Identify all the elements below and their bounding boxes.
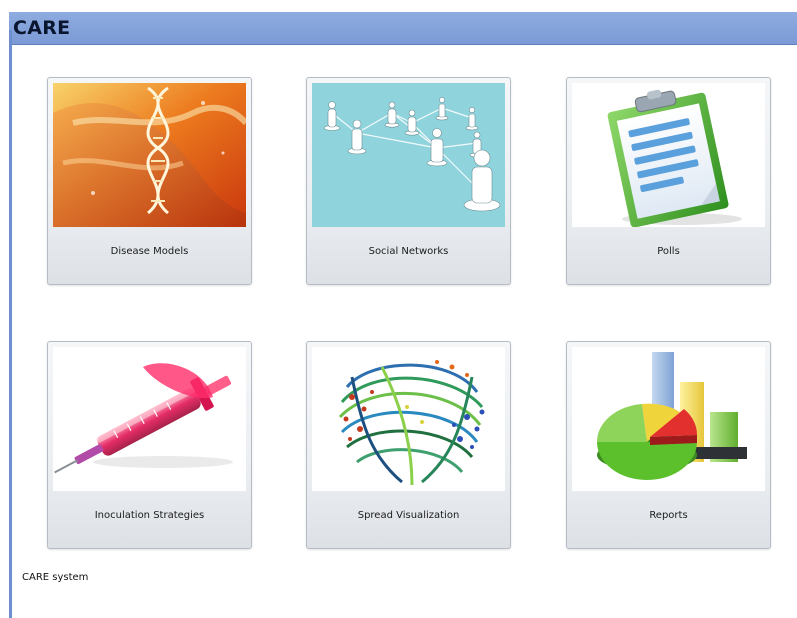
social-network-icon: [312, 83, 505, 227]
syringe-icon: [53, 347, 246, 491]
tile-label: Social Networks: [368, 246, 449, 257]
tile-label: Polls: [657, 246, 680, 257]
tile-label: Spread Visualization: [357, 510, 460, 521]
title-bar: CARE: [9, 12, 797, 45]
tile-label: Reports: [649, 510, 688, 521]
tile-spread-visualization[interactable]: Spread Visualization: [306, 341, 511, 549]
status-text: CARE system: [22, 572, 89, 583]
clipboard-icon: [572, 83, 765, 227]
care-window: CARE Disease Models Social Networks Poll…: [0, 0, 797, 618]
spread-visualization-icon: [312, 347, 505, 491]
charts-icon: [572, 347, 765, 491]
tile-inoculation-strategies[interactable]: Inoculation Strategies: [47, 341, 252, 549]
tile-reports[interactable]: Reports: [566, 341, 771, 549]
window-left-border: [9, 30, 12, 618]
app-title: CARE: [13, 17, 71, 39]
tile-label: Inoculation Strategies: [94, 510, 205, 521]
tile-label: Disease Models: [110, 246, 189, 257]
dna-hand-icon: [53, 83, 246, 227]
tile-polls[interactable]: Polls: [566, 77, 771, 285]
tile-social-networks[interactable]: Social Networks: [306, 77, 511, 285]
tile-disease-models[interactable]: Disease Models: [47, 77, 252, 285]
